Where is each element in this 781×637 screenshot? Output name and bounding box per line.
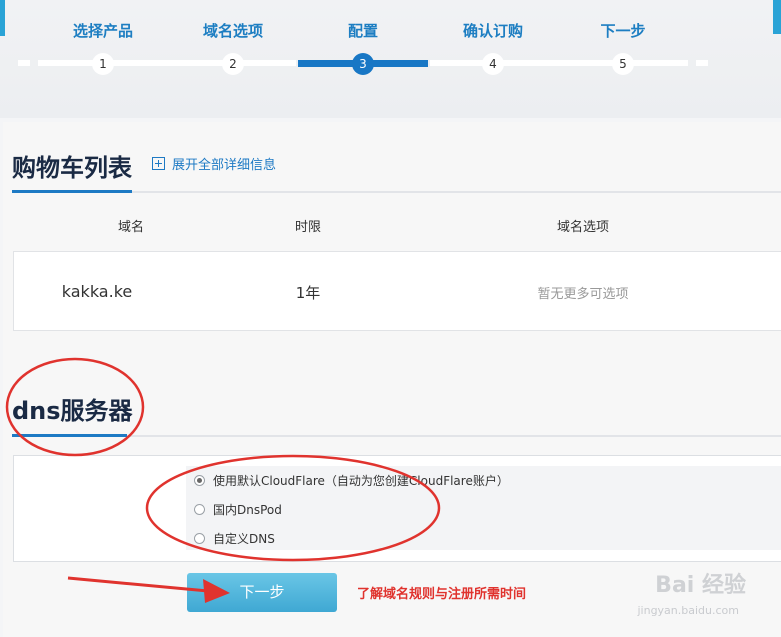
cart-title-rule bbox=[132, 191, 781, 193]
step-label-4[interactable]: 确认订购 bbox=[463, 20, 523, 41]
dns-option-custom[interactable]: 自定义DNS bbox=[194, 530, 275, 547]
step-number-3: 3 bbox=[352, 53, 374, 75]
step-number-2: 2 bbox=[222, 53, 244, 75]
cart-options-cell: 暂无更多可选项 bbox=[537, 287, 629, 302]
dns-option-cloudflare[interactable]: 使用默认CloudFlare（自动为您创建CloudFlare账户） bbox=[194, 472, 509, 489]
column-header-options: 域名选项 bbox=[556, 220, 610, 235]
dns-option-cloudflare-label: 使用默认CloudFlare（自动为您创建CloudFlare账户） bbox=[213, 474, 509, 488]
radio-unchecked-icon[interactable] bbox=[194, 533, 205, 544]
dns-title-underline bbox=[12, 434, 127, 437]
header-accent-left bbox=[0, 0, 5, 36]
step-number-4: 4 bbox=[482, 53, 504, 75]
dns-option-dnspod-label: 国内DnsPod bbox=[213, 503, 282, 517]
column-header-domain: 域名 bbox=[117, 220, 145, 235]
expand-details-label: 展开全部详细信息 bbox=[172, 158, 277, 173]
plus-icon bbox=[152, 157, 165, 170]
next-step-button[interactable]: 下一步 bbox=[187, 573, 337, 612]
dns-title-rule bbox=[127, 435, 781, 437]
baidu-watermark-url: jingyan.baidu.com bbox=[637, 604, 739, 617]
expand-details-link[interactable]: 展开全部详细信息 bbox=[152, 154, 276, 173]
progress-header: 选择产品 域名选项 配置 确认订购 下一步 1 2 3 4 5 bbox=[0, 0, 781, 118]
step-number-5: 5 bbox=[612, 53, 634, 75]
cart-title: 购物车列表 bbox=[12, 154, 132, 182]
header-accent-right bbox=[773, 0, 781, 34]
radio-unchecked-icon[interactable] bbox=[194, 504, 205, 515]
domain-rules-link[interactable]: 了解域名规则与注册所需时间 bbox=[357, 583, 526, 602]
step-label-5[interactable]: 下一步 bbox=[600, 20, 645, 41]
dns-option-custom-label: 自定义DNS bbox=[213, 532, 275, 546]
step-label-2[interactable]: 域名选项 bbox=[203, 20, 263, 41]
step-label-1[interactable]: 选择产品 bbox=[73, 20, 133, 41]
cart-title-underline bbox=[12, 190, 132, 193]
step-label-3[interactable]: 配置 bbox=[348, 20, 378, 41]
column-header-period: 时限 bbox=[294, 220, 322, 235]
radio-checked-icon[interactable] bbox=[194, 475, 205, 486]
progress-track-done bbox=[38, 60, 296, 66]
cart-period-cell: 1年 bbox=[295, 284, 321, 302]
dns-title: dns服务器 bbox=[12, 397, 133, 425]
baidu-watermark: Bai 经验 bbox=[655, 573, 746, 598]
progress-track-end bbox=[696, 60, 708, 66]
step-number-1: 1 bbox=[92, 53, 114, 75]
dns-option-dnspod[interactable]: 国内DnsPod bbox=[194, 501, 282, 518]
cart-domain-cell: kakka.ke bbox=[61, 282, 133, 301]
progress-track-remaining bbox=[430, 60, 688, 66]
progress-track-start bbox=[18, 60, 30, 66]
